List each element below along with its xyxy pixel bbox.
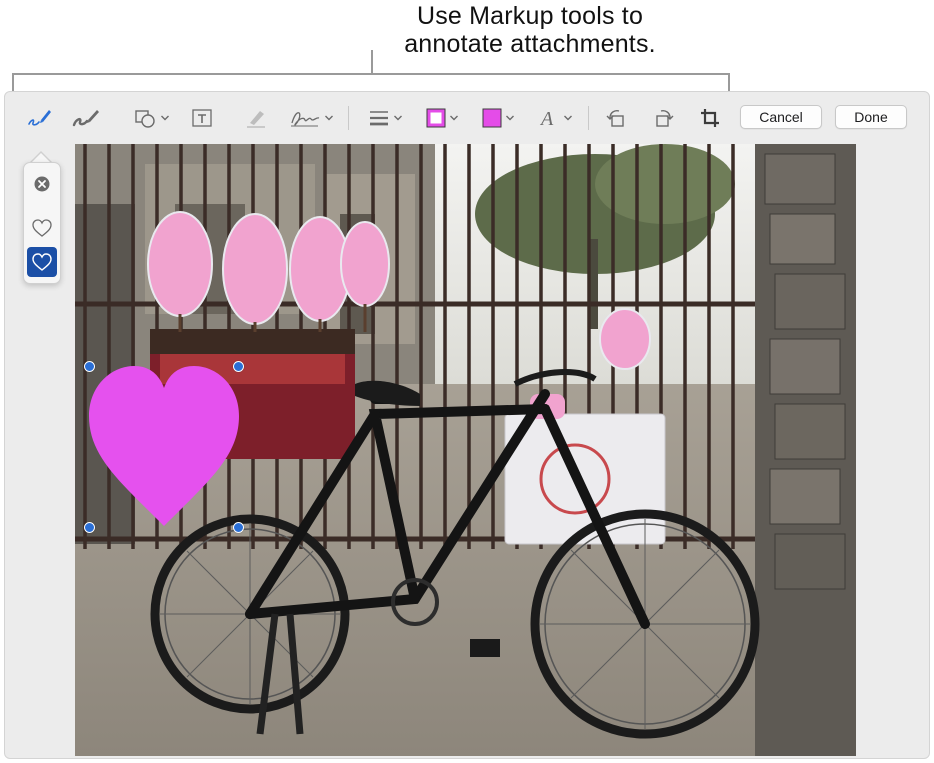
chevron-down-icon xyxy=(325,115,333,121)
signature-icon xyxy=(291,112,320,127)
chevron-down-icon xyxy=(450,115,458,121)
resize-handle-top-left[interactable] xyxy=(84,361,95,372)
markup-window: A Cancel Done xyxy=(4,91,930,759)
shape-style-button[interactable] xyxy=(363,104,407,132)
svg-text:A: A xyxy=(539,108,554,130)
text-box-icon xyxy=(192,109,212,127)
callout-line-1: Use Markup tools to xyxy=(416,2,644,30)
chevron-down-icon xyxy=(564,115,572,121)
border-color-icon xyxy=(426,108,446,128)
chevron-down-icon xyxy=(394,115,402,121)
highlighter-icon xyxy=(247,111,265,128)
crop-button[interactable] xyxy=(695,104,725,132)
callout-line-2: annotate attachments. xyxy=(404,30,656,58)
shapes-icon xyxy=(135,110,155,128)
draw-tool-button[interactable] xyxy=(69,104,103,132)
line-weight-icon xyxy=(370,111,388,126)
sketch-tool-button[interactable] xyxy=(23,104,55,132)
shape-suggestion-popover xyxy=(23,162,61,284)
draw-brush-icon xyxy=(72,110,99,127)
sketch-shape-option[interactable] xyxy=(27,213,57,243)
crop-icon xyxy=(701,109,719,127)
heart-shape-annotation[interactable] xyxy=(89,366,239,528)
rotate-left-icon xyxy=(606,110,624,127)
fill-color-button[interactable] xyxy=(477,104,519,132)
sketch-pen-icon xyxy=(28,110,51,126)
callout-stem xyxy=(371,50,373,74)
cancel-button[interactable]: Cancel xyxy=(740,105,822,129)
fill-color-icon xyxy=(482,108,502,128)
toolbar-divider xyxy=(348,106,349,130)
heart-filled-icon xyxy=(32,253,52,271)
highlight-tool-button[interactable] xyxy=(241,104,271,132)
toolbar-divider xyxy=(588,106,589,130)
heart-shape-fill xyxy=(89,366,239,526)
resize-handle-top-right[interactable] xyxy=(233,361,244,372)
heart-outline-icon xyxy=(32,219,52,237)
shapes-tool-button[interactable] xyxy=(129,104,173,132)
chevron-down-icon xyxy=(506,115,514,121)
heart-shape-option[interactable] xyxy=(27,247,57,277)
callout-text: Use Markup tools to annotate attachments… xyxy=(250,2,810,58)
markup-toolbar: A Cancel Done xyxy=(5,92,929,142)
text-style-icon: A xyxy=(539,108,554,130)
image-canvas[interactable] xyxy=(75,144,856,756)
rotate-right-icon xyxy=(656,110,674,127)
resize-handle-bottom-right[interactable] xyxy=(233,522,244,533)
close-circle-icon xyxy=(34,176,50,192)
chevron-down-icon xyxy=(161,115,169,121)
border-color-button[interactable] xyxy=(421,104,463,132)
done-button[interactable]: Done xyxy=(835,105,907,129)
text-style-button[interactable]: A xyxy=(533,104,577,132)
rotate-right-button[interactable] xyxy=(649,104,679,132)
sign-tool-button[interactable] xyxy=(287,104,335,132)
resize-handle-bottom-left[interactable] xyxy=(84,522,95,533)
revert-to-sketch-button[interactable] xyxy=(27,169,57,199)
rotate-left-button[interactable] xyxy=(601,104,631,132)
text-tool-button[interactable] xyxy=(187,104,217,132)
